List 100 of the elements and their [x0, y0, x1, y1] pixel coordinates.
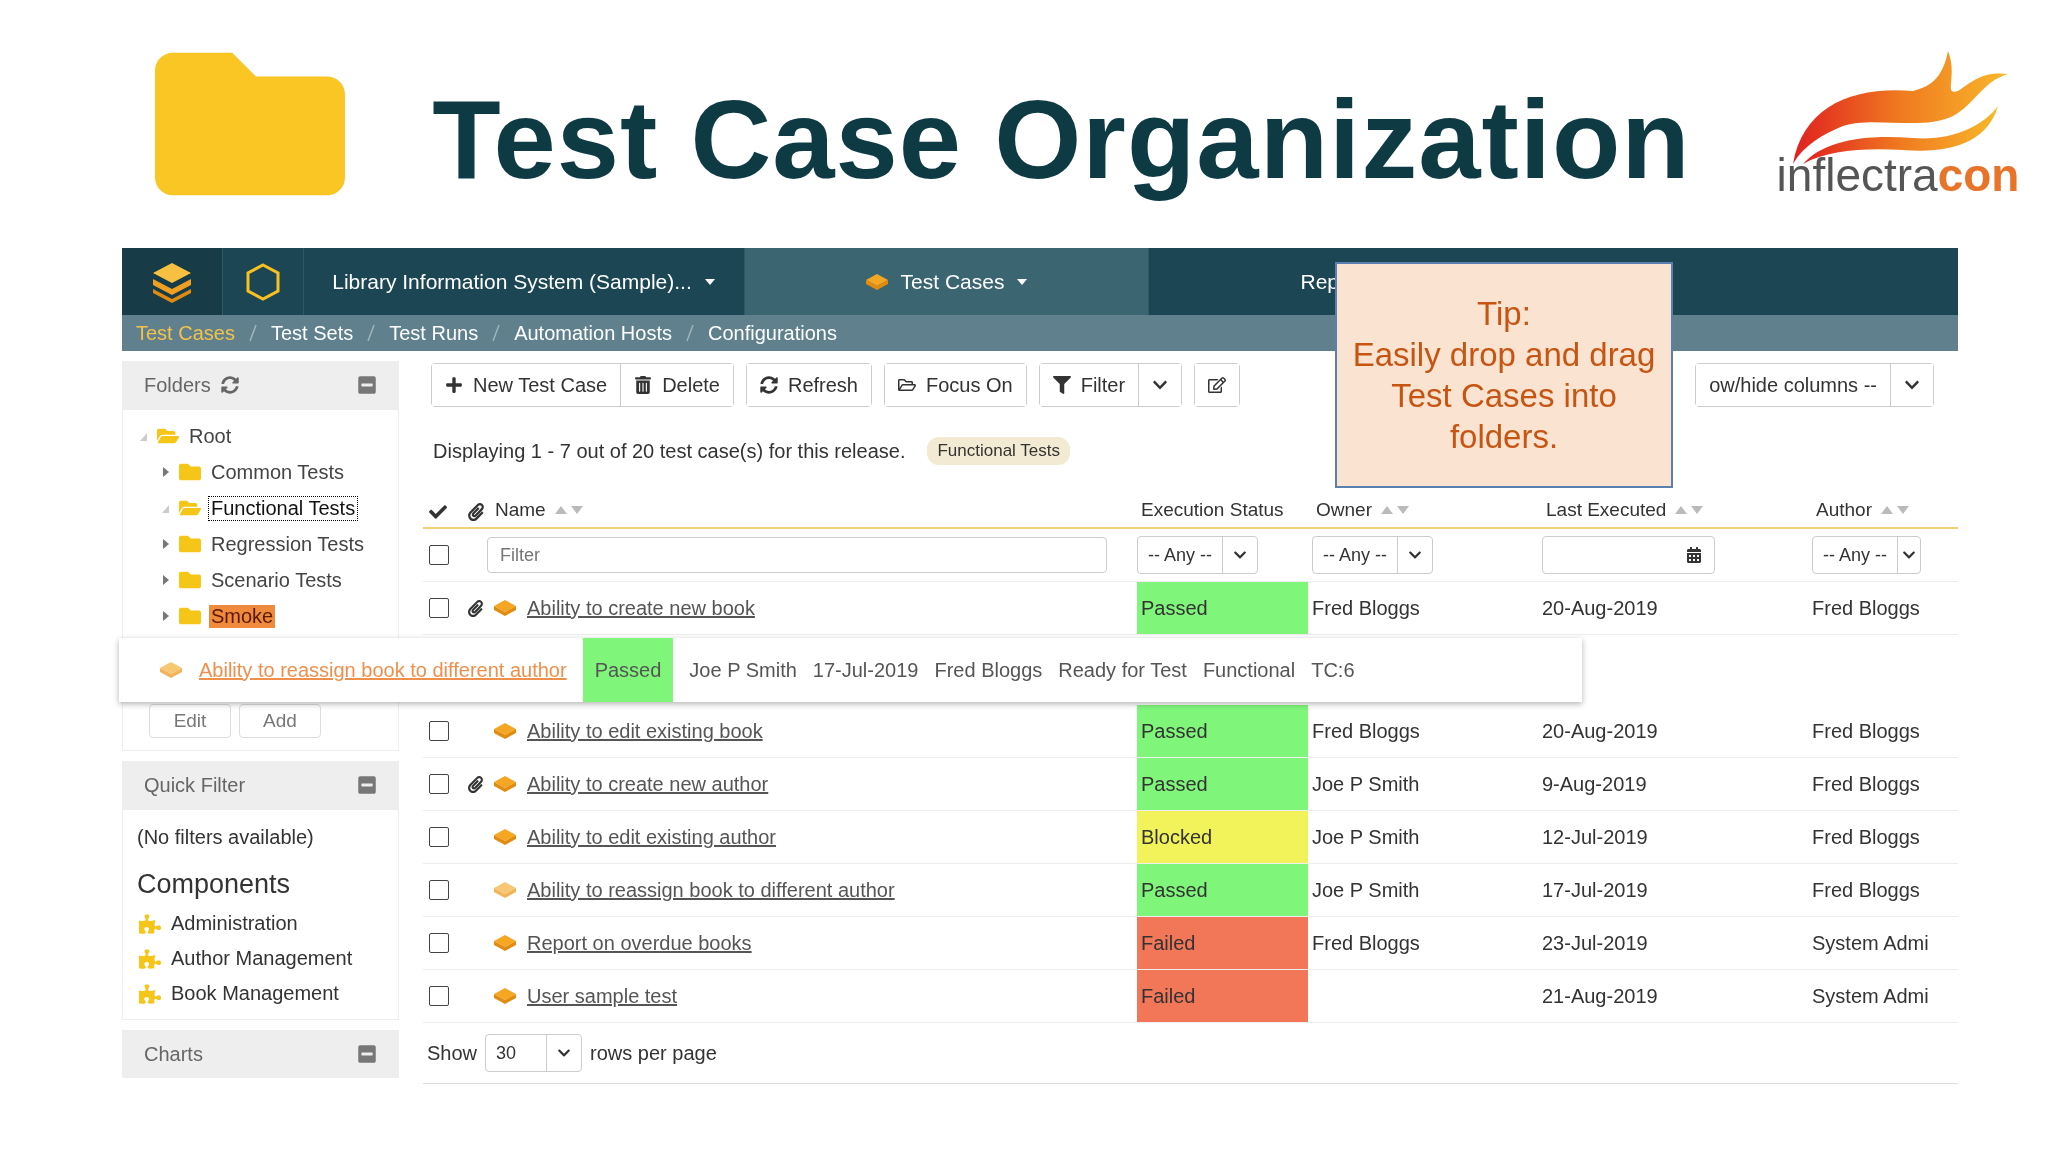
- test-case-icon: [493, 599, 517, 617]
- table-cell: Joe P Smith: [689, 658, 797, 682]
- table-cell: TC:6: [1311, 658, 1355, 682]
- toolbar-button[interactable]: Focus On: [885, 364, 1026, 406]
- table-cell: Fred Bloggs: [1812, 878, 1920, 902]
- test-case-link[interactable]: User sample test: [527, 984, 678, 1008]
- folder-tag: Functional Tests: [927, 437, 1070, 465]
- folder-item[interactable]: Smoke: [209, 604, 276, 628]
- folder-item[interactable]: Functional Tests: [209, 496, 358, 520]
- breadcrumb-link[interactable]: Test Runs: [389, 321, 479, 345]
- test-case-link[interactable]: Ability to edit existing book: [527, 719, 763, 743]
- collapsed-caret-icon[interactable]: [161, 610, 171, 622]
- check-icon: [429, 503, 447, 521]
- folder-icon: [898, 376, 916, 394]
- date-filter-field[interactable]: [1542, 536, 1715, 574]
- row-checkbox[interactable]: [429, 721, 449, 741]
- row-checkbox[interactable]: [429, 598, 449, 618]
- collapsed-caret-icon[interactable]: [161, 574, 171, 586]
- folder-icon: [179, 605, 201, 627]
- folder-item[interactable]: Root: [187, 424, 234, 448]
- test-case-icon: [493, 775, 517, 793]
- table-cell: Fred Bloggs: [934, 658, 1043, 682]
- caret-down-icon[interactable]: [1016, 277, 1029, 286]
- component-item[interactable]: Administration: [171, 912, 298, 935]
- table-cell: 9-Aug-2019: [1542, 772, 1647, 796]
- table-cell: Fred Bloggs: [1312, 719, 1420, 743]
- table-cell: 21-Aug-2019: [1542, 984, 1658, 1008]
- results-summary: Displaying 1 - 7 out of 20 test case(s) for this release.: [433, 439, 906, 463]
- logo-text: inflectracon: [1776, 148, 2020, 202]
- test-case-icon: [159, 661, 183, 679]
- folder-item[interactable]: Common Tests: [209, 460, 346, 484]
- table-cell: System Admi: [1812, 931, 1929, 955]
- separator-icon: [367, 324, 376, 342]
- refresh-icon[interactable]: [220, 376, 239, 394]
- owner-filter-select[interactable]: -- Any --: [1312, 536, 1433, 574]
- row-checkbox[interactable]: [429, 986, 449, 1006]
- edit-icon: [1208, 376, 1227, 394]
- row-checkbox[interactable]: [429, 880, 449, 900]
- dragged-row[interactable]: Ability to reassign book to different author Passed Joe P Smith 17-Jul-2019 Fred Bloggs Ready for Test Functional TC:6: [119, 638, 1582, 702]
- row-checkbox[interactable]: [429, 933, 449, 953]
- table-cell: Fred Bloggs: [1312, 931, 1420, 955]
- column-header[interactable]: Last Executed: [1546, 499, 1667, 521]
- column-header[interactable]: Owner: [1316, 499, 1372, 521]
- test-case-link[interactable]: Ability to create new book: [527, 596, 755, 620]
- test-case-link[interactable]: Ability to reassign book to different author: [527, 878, 895, 902]
- collapsed-caret-icon[interactable]: [161, 466, 171, 478]
- table-cell: 17-Jul-2019: [812, 658, 919, 682]
- edit-button[interactable]: [1195, 364, 1240, 406]
- column-header[interactable]: Author: [1816, 499, 1872, 521]
- test-case-icon: [493, 828, 517, 846]
- column-header[interactable]: Name: [495, 499, 546, 521]
- separator-icon: [686, 324, 694, 342]
- test-case-icon: [493, 881, 517, 899]
- author-filter-select[interactable]: -- Any --: [1812, 536, 1921, 574]
- status-cell: Passed: [582, 638, 674, 702]
- folder-action-button[interactable]: Add: [239, 704, 321, 738]
- row-checkbox[interactable]: [429, 827, 449, 847]
- test-case-icon: [493, 934, 517, 952]
- hexagon-icon[interactable]: [246, 262, 280, 301]
- folder-item[interactable]: Regression Tests: [209, 532, 367, 556]
- pager-label: rows per page: [590, 1041, 717, 1065]
- test-case-link[interactable]: Ability to create new author: [527, 772, 769, 796]
- filter-icon: [1052, 376, 1071, 394]
- folder-action-button[interactable]: Edit: [149, 704, 231, 738]
- name-filter-field[interactable]: Filter: [487, 537, 1107, 573]
- breadcrumb-link[interactable]: Configurations: [708, 321, 837, 345]
- toolbar-button[interactable]: Filter: [1039, 364, 1140, 406]
- table-cell: 17-Jul-2019: [1542, 878, 1648, 902]
- component-item[interactable]: Author Management: [171, 947, 353, 970]
- test-case-link[interactable]: Report on overdue books: [527, 931, 752, 955]
- collapse-icon[interactable]: [357, 375, 377, 395]
- folder-icon: [179, 461, 201, 483]
- test-case-link[interactable]: Ability to edit existing author: [527, 825, 777, 849]
- folder-icon: [179, 533, 201, 555]
- table-cell: Fred Bloggs: [1812, 825, 1920, 849]
- collapse-icon[interactable]: [357, 1044, 377, 1064]
- collapsed-caret-icon[interactable]: [161, 538, 171, 550]
- toolbar-button[interactable]: New Test Case: [432, 364, 622, 406]
- calendar-icon: [1686, 547, 1702, 563]
- table-cell: Joe P Smith: [1312, 825, 1420, 849]
- folder-item[interactable]: Scenario Tests: [209, 568, 344, 592]
- toolbar-button[interactable]: Refresh: [746, 364, 871, 406]
- collapse-icon[interactable]: [357, 775, 377, 795]
- row-checkbox[interactable]: [429, 774, 449, 794]
- artifact-tab[interactable]: Test Cases: [745, 248, 1149, 315]
- test-case-icon: [864, 272, 889, 291]
- caret-down-icon[interactable]: [703, 277, 716, 286]
- breadcrumb-link[interactable]: Test Sets: [270, 321, 354, 345]
- status-filter-select[interactable]: -- Any --: [1137, 536, 1258, 574]
- columns-select[interactable]: ow/hide columns --: [1696, 364, 1891, 406]
- empty-message: (No filters available): [136, 825, 315, 850]
- select-all-checkbox[interactable]: [429, 545, 449, 565]
- folder-icon: [179, 569, 201, 591]
- table-cell: Fred Bloggs: [1812, 719, 1920, 743]
- column-header[interactable]: Execution Status: [1141, 499, 1284, 521]
- component-item[interactable]: Book Management: [171, 982, 339, 1005]
- page-size-select[interactable]: 30: [485, 1034, 583, 1072]
- breadcrumb-link[interactable]: Automation Hosts: [514, 321, 672, 345]
- test-case-icon: [493, 722, 517, 740]
- section-title: Components: [136, 868, 292, 901]
